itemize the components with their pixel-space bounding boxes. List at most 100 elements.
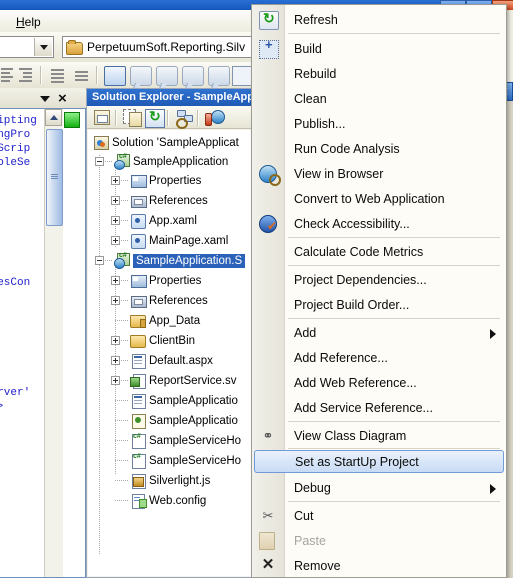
tree-item-properties-web[interactable]: Properties xyxy=(130,271,201,290)
member-combo[interactable] xyxy=(0,36,54,58)
tree-item-label: App.xaml xyxy=(149,214,197,227)
tree-expander-expand[interactable] xyxy=(111,236,120,245)
tree-item-properties[interactable]: Properties xyxy=(130,171,201,190)
tree-item-label: SampleApplication.S xyxy=(133,253,246,268)
context-menu-item-publish[interactable]: Publish... xyxy=(252,111,506,136)
navigate-forward-icon[interactable] xyxy=(156,66,178,86)
code-line: '> xyxy=(0,401,3,413)
context-menu-item-debug[interactable]: Debug xyxy=(252,475,506,500)
tree-expander-expand[interactable] xyxy=(111,336,120,345)
tree-expander-expand[interactable] xyxy=(111,276,120,285)
config-icon xyxy=(130,493,147,509)
context-menu-label: Clean xyxy=(294,91,327,106)
tree-expander-expand[interactable] xyxy=(111,216,120,225)
chevron-down-icon[interactable] xyxy=(34,38,52,56)
tree-expander-expand[interactable] xyxy=(111,376,120,385)
close-icon-document[interactable]: × xyxy=(58,90,67,107)
tree-item-references[interactable]: References xyxy=(130,191,208,210)
properties-window-icon[interactable] xyxy=(93,109,113,127)
toolbar-separator-2 xyxy=(96,66,98,84)
scrollbar-thumb[interactable] xyxy=(46,129,63,226)
context-menu-item-project-build-order[interactable]: Project Build Order... xyxy=(252,292,506,317)
tree-item-sampleapplication[interactable]: c# SampleApplication xyxy=(114,152,228,171)
tree-item-label: MainPage.xaml xyxy=(149,234,229,247)
tree-item-sampleapplication-file-1[interactable]: SampleApplicatio xyxy=(130,391,238,410)
tree-item-label: ReportService.sv xyxy=(149,374,237,387)
code-editor[interactable]: cripting tingPro n.Scrip gRoleSe icesCon… xyxy=(0,108,86,578)
context-menu-item-clean[interactable]: Clean xyxy=(252,86,506,111)
navigate-backward-icon[interactable] xyxy=(130,66,152,86)
tree-item-default-aspx[interactable]: Default.aspx xyxy=(130,351,213,370)
tree-expander-collapse[interactable] xyxy=(95,256,104,265)
context-menu-item-project-dependencies[interactable]: Project Dependencies... xyxy=(252,267,506,292)
context-menu-item-view-in-browser[interactable]: View in Browser xyxy=(252,161,506,186)
editor-vertical-scrollbar[interactable] xyxy=(44,109,63,577)
tree-guide-line xyxy=(121,240,129,241)
tree-item-references-web[interactable]: References xyxy=(130,291,208,310)
context-menu-item-add-web-reference[interactable]: Add Web Reference... xyxy=(252,370,506,395)
tree-expander-expand[interactable] xyxy=(111,356,120,365)
tree-item-solution[interactable]: Solution 'SampleApplicat xyxy=(93,133,239,152)
tree-item-clientbin[interactable]: ClientBin xyxy=(130,331,195,350)
solution-tree[interactable]: Solution 'SampleApplicat c# SampleApplic… xyxy=(88,130,265,576)
refresh-icon[interactable]: ↻ xyxy=(145,108,165,128)
previous-bookmark-icon[interactable] xyxy=(182,66,204,86)
context-menu-item-set-as-startup-project[interactable]: Set as StartUp Project xyxy=(254,450,504,473)
tree-item-web-config[interactable]: Web.config xyxy=(130,491,206,510)
tree-item-sampleapplication-file-2[interactable]: SampleApplicatio xyxy=(130,411,238,430)
chevron-down-icon-documents[interactable] xyxy=(40,96,50,102)
context-menu-item-calculate-code-metrics[interactable]: Calculate Code Metrics xyxy=(252,239,506,264)
file-path-field[interactable]: PerpetuumSoft.Reporting.Silv xyxy=(62,36,269,58)
context-menu-label: Project Dependencies... xyxy=(294,272,427,287)
tree-item-app-data[interactable]: App_Data xyxy=(130,311,200,330)
aspx-icon xyxy=(130,393,146,409)
context-menu-item-view-class-diagram[interactable]: ⚭ View Class Diagram xyxy=(252,423,506,448)
code-line: cripting xyxy=(0,115,37,127)
show-all-files-icon[interactable] xyxy=(123,109,143,127)
tree-item-sampleservicehost-2[interactable]: c# SampleServiceHo xyxy=(130,451,241,470)
tree-item-mainpage-xaml[interactable]: MainPage.xaml xyxy=(130,231,228,250)
context-menu-separator xyxy=(288,237,500,238)
next-bookmark-icon[interactable] xyxy=(208,66,230,86)
tree-item-sampleapplication-web[interactable]: c# SampleApplication.S xyxy=(114,251,246,270)
tree-item-label: SampleServiceHo xyxy=(149,434,242,447)
tree-item-label: SampleApplicatio xyxy=(149,414,238,427)
context-menu-item-build[interactable]: Build xyxy=(252,36,506,61)
references-icon xyxy=(130,193,147,208)
context-menu-item-run-code-analysis[interactable]: Run Code Analysis xyxy=(252,136,506,161)
indent-icon[interactable] xyxy=(16,66,36,84)
context-menu-item-rebuild[interactable]: Rebuild xyxy=(252,61,506,86)
context-menu-item-check-accessibility[interactable]: Check Accessibility... xyxy=(252,211,506,236)
tree-item-label: Web.config xyxy=(149,494,207,507)
properties-icon xyxy=(130,173,147,188)
tree-item-sampleservicehost-1[interactable]: c# SampleServiceHo xyxy=(130,431,241,450)
tree-expander-expand[interactable] xyxy=(111,196,120,205)
comment-lines-icon[interactable] xyxy=(48,66,68,84)
chevron-right-icon xyxy=(490,329,496,339)
tree-item-reportservice-svc[interactable]: ReportService.sv xyxy=(130,371,237,390)
context-menu-item-cut[interactable]: ✂ Cut xyxy=(252,503,506,528)
context-menu-label: Add Reference... xyxy=(294,350,388,365)
new-window-icon[interactable] xyxy=(104,66,126,86)
tree-expander-expand[interactable] xyxy=(111,176,120,185)
scroll-up-arrow-icon[interactable] xyxy=(45,109,62,126)
context-menu-item-convert-to-web-application[interactable]: Convert to Web Application xyxy=(252,186,506,211)
tree-item-silverlight-js[interactable]: Silverlight.js xyxy=(130,471,210,490)
uncomment-icon[interactable] xyxy=(72,66,92,84)
context-menu-item-add-service-reference[interactable]: Add Service Reference... xyxy=(252,395,506,420)
tree-expander-expand[interactable] xyxy=(111,296,120,305)
tree-expander-collapse[interactable] xyxy=(95,157,104,166)
view-designer-icon[interactable] xyxy=(205,109,225,127)
menu-item-help[interactable]: Help xyxy=(10,13,47,31)
paste-icon xyxy=(259,532,275,550)
tree-guide-line xyxy=(121,180,129,181)
context-menu-item-add[interactable]: Add xyxy=(252,320,506,345)
context-menu-item-refresh[interactable]: Refresh xyxy=(252,7,506,32)
toolbar-separator xyxy=(40,66,42,84)
context-menu-item-add-reference[interactable]: Add Reference... xyxy=(252,345,506,370)
tree-item-label: Silverlight.js xyxy=(149,474,211,487)
context-menu-item-remove[interactable]: ✕ Remove xyxy=(252,553,506,577)
view-class-diagram-icon[interactable] xyxy=(175,109,195,129)
tree-item-app-xaml[interactable]: App.xaml xyxy=(130,211,197,230)
web-project-icon: c# xyxy=(114,252,130,269)
